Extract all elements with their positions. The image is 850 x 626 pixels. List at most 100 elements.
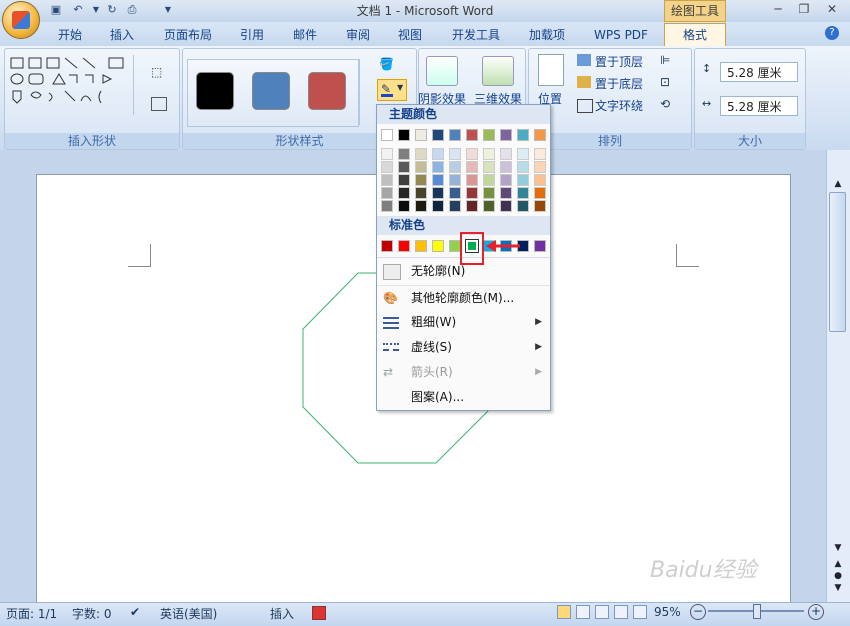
theme-color-swatch[interactable] [415,129,427,141]
tab-home[interactable]: 开始 [50,24,90,46]
theme-color-swatch[interactable] [466,129,478,141]
theme-shade-swatch[interactable] [449,161,461,173]
theme-shade-swatch[interactable] [534,161,546,173]
theme-shade-swatch[interactable] [432,148,444,160]
theme-shade-swatch[interactable] [432,161,444,173]
theme-shade-swatch[interactable] [398,200,410,212]
theme-shade-swatch[interactable] [483,148,495,160]
position-icon[interactable] [538,54,564,86]
shape-outline-button[interactable]: ✎ ▼ [377,79,407,101]
theme-shade-swatch[interactable] [432,174,444,186]
weight-item[interactable]: 粗细(W) ▶ [377,310,550,335]
style-gallery-scroll[interactable] [359,59,372,125]
fill-bucket-icon[interactable]: 🪣 [379,57,395,71]
save-icon[interactable]: ▣ [48,3,64,17]
standard-color-swatch[interactable] [398,240,410,252]
theme-shade-swatch[interactable] [517,148,529,160]
theme-shade-swatch[interactable] [415,187,427,199]
standard-color-swatch[interactable] [415,240,427,252]
macro-record-icon[interactable] [312,606,326,620]
send-to-back-label[interactable]: 置于底层 [595,75,643,92]
theme-color-swatch[interactable] [500,129,512,141]
theme-shade-swatch[interactable] [466,148,478,160]
tab-format[interactable]: 格式 [664,23,726,47]
theme-shade-swatch[interactable] [534,148,546,160]
tab-insert[interactable]: 插入 [102,24,142,46]
theme-color-swatch[interactable] [483,129,495,141]
theme-shade-swatch[interactable] [449,174,461,186]
height-field[interactable]: 5.28 厘米 [720,62,798,82]
shadow-effect-icon[interactable] [426,56,458,86]
draft-view-icon[interactable] [633,605,647,619]
office-button[interactable] [2,1,40,39]
edit-shape-icon[interactable]: ⬚ [151,65,171,79]
theme-shade-swatch[interactable] [517,174,529,186]
theme-shade-swatch[interactable] [500,174,512,186]
scroll-thumb[interactable] [829,192,846,332]
theme-shade-swatch[interactable] [381,161,393,173]
group-icon[interactable]: ⊡ [660,75,680,89]
3d-effect-icon[interactable] [482,56,514,86]
theme-shade-swatch[interactable] [483,187,495,199]
standard-color-swatch[interactable] [432,240,444,252]
restore-icon[interactable]: ❐ [792,0,816,18]
theme-shade-swatch[interactable] [432,187,444,199]
width-field[interactable]: 5.28 厘米 [720,96,798,116]
minimize-icon[interactable]: ─ [766,0,790,18]
tab-page-layout[interactable]: 页面布局 [158,24,218,46]
dash-item[interactable]: 虚线(S) ▶ [377,335,550,360]
theme-shade-swatch[interactable] [449,148,461,160]
word-count[interactable]: 字数: 0 [72,605,112,622]
undo-dropdown-icon[interactable]: ▼ [88,3,104,17]
theme-shade-swatch[interactable] [534,174,546,186]
theme-shade-swatch[interactable] [415,161,427,173]
theme-color-swatch[interactable] [449,129,461,141]
outline-view-icon[interactable] [614,605,628,619]
tab-review[interactable]: 审阅 [338,24,378,46]
language-indicator[interactable]: 英语(美国) [160,605,217,622]
theme-shade-swatch[interactable] [534,200,546,212]
redo-icon[interactable]: ↻ [104,3,120,17]
style-swatch-black[interactable] [196,72,234,110]
theme-shade-swatch[interactable] [483,200,495,212]
style-swatch-red[interactable] [308,72,346,110]
theme-shade-swatch[interactable] [432,200,444,212]
theme-color-swatch[interactable] [398,129,410,141]
theme-shade-swatch[interactable] [398,161,410,173]
shapes-gallery[interactable] [9,55,133,117]
theme-shade-swatch[interactable] [466,187,478,199]
theme-shade-swatch[interactable] [398,148,410,160]
tab-wps-pdf[interactable]: WPS PDF [586,24,656,46]
theme-color-swatch[interactable] [517,129,529,141]
tab-addins[interactable]: 加载项 [522,24,572,46]
theme-shade-swatch[interactable] [500,148,512,160]
theme-shade-swatch[interactable] [517,161,529,173]
theme-shade-swatch[interactable] [449,200,461,212]
scroll-up-icon[interactable]: ▲ [829,176,847,192]
close-icon[interactable]: ✕ [820,0,844,18]
theme-shade-swatch[interactable] [449,187,461,199]
theme-shade-swatch[interactable] [500,187,512,199]
text-wrap-label[interactable]: 文字环绕 [595,97,643,114]
spellcheck-icon[interactable]: ✔ [130,605,140,619]
theme-shade-swatch[interactable] [466,200,478,212]
undo-icon[interactable]: ↶ [70,3,86,17]
tab-mailings[interactable]: 邮件 [285,24,325,46]
textbox-icon[interactable] [151,97,167,111]
zoom-slider-thumb[interactable] [753,604,761,619]
theme-shade-swatch[interactable] [517,200,529,212]
tab-view[interactable]: 视图 [390,24,430,46]
rotate-icon[interactable]: ⟲ [660,97,680,111]
tab-developer[interactable]: 开发工具 [444,24,508,46]
theme-shade-swatch[interactable] [415,174,427,186]
print-preview-icon[interactable]: ⎙ [124,3,140,17]
align-icon[interactable]: ⊫ [660,53,680,67]
theme-shade-swatch[interactable] [398,187,410,199]
standard-color-swatch[interactable] [534,240,546,252]
zoom-level[interactable]: 95% [654,605,681,619]
theme-shade-swatch[interactable] [398,174,410,186]
theme-shade-swatch[interactable] [381,148,393,160]
theme-shade-swatch[interactable] [517,187,529,199]
web-layout-icon[interactable] [595,605,609,619]
scroll-down-icon[interactable]: ▼ [829,540,847,556]
